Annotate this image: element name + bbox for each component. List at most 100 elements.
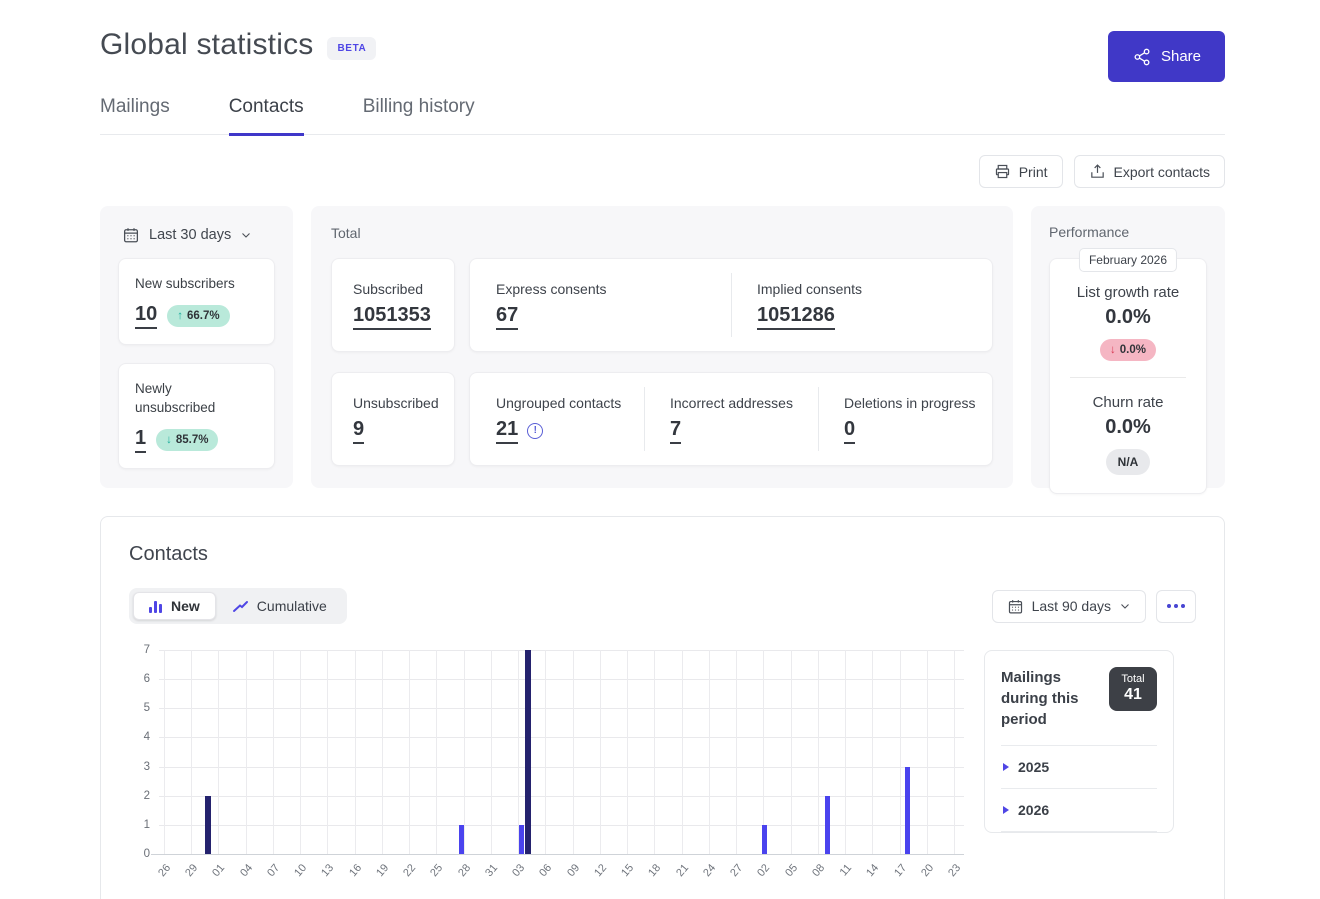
- arrow-down-icon: ↓: [1110, 344, 1116, 356]
- v-gridline: [818, 650, 819, 854]
- year-row-2025[interactable]: 2025: [1001, 746, 1157, 789]
- info-icon[interactable]: !: [527, 423, 543, 439]
- calendar-icon: [1007, 598, 1024, 615]
- x-tick-label: 08: [806, 862, 827, 884]
- x-tick-label: 10: [289, 862, 310, 884]
- x-tick-label: 04: [234, 862, 255, 884]
- performance-card: February 2026 List growth rate 0.0% ↓0.0…: [1049, 258, 1207, 494]
- v-gridline: [954, 650, 955, 854]
- y-tick-label: 0: [144, 848, 150, 860]
- v-gridline: [682, 650, 683, 854]
- chevron-down-icon: [240, 229, 252, 241]
- chart-bar[interactable]: [762, 825, 767, 854]
- triangle-right-icon: [1003, 763, 1009, 771]
- new-subscribers-value[interactable]: 10: [135, 303, 157, 329]
- period-panel: Last 30 days New subscribers 10 ↑66.7% N…: [100, 206, 293, 488]
- x-tick-label: 05: [779, 862, 800, 884]
- x-tick-label: 12: [588, 862, 609, 884]
- performance-month-tag: February 2026: [1079, 248, 1177, 272]
- chart-plot-area: 2629010407101316192225283103060912151821…: [159, 650, 964, 854]
- x-tick-label: 09: [561, 862, 582, 884]
- y-axis-labels: 01234567: [129, 650, 159, 854]
- y-tick-label: 2: [144, 790, 150, 802]
- chart-bar[interactable]: [519, 825, 524, 854]
- line-chart-icon: [232, 600, 249, 613]
- chart-controls: Last 90 days: [992, 590, 1196, 623]
- export-contacts-button[interactable]: Export contacts: [1074, 155, 1226, 188]
- newly-unsubscribed-card: Newly unsubscribed 1 ↓85.7%: [118, 363, 275, 469]
- deletions-value[interactable]: 0: [844, 418, 855, 444]
- year-row-2026[interactable]: 2026: [1001, 789, 1157, 832]
- x-tick-label: 06: [534, 862, 555, 884]
- x-tick-label: 03: [507, 862, 528, 884]
- chart-more-menu-button[interactable]: [1156, 590, 1196, 623]
- unsubscribed-value[interactable]: 9: [353, 418, 364, 444]
- chart-bar[interactable]: [525, 650, 531, 854]
- chart-period-dropdown[interactable]: Last 90 days: [992, 590, 1146, 623]
- chart-toolbar: New Cumulative: [129, 588, 1196, 624]
- churn-rate-value: 0.0%: [1058, 416, 1198, 439]
- x-tick-label: 22: [398, 862, 419, 884]
- view-toggle-cumulative[interactable]: Cumulative: [216, 592, 343, 620]
- print-button[interactable]: Print: [979, 155, 1063, 188]
- h-gridline: [151, 854, 964, 855]
- new-subscribers-delta-badge: ↑66.7%: [167, 305, 229, 327]
- x-tick-label: 02: [752, 862, 773, 884]
- x-tick-label: 13: [316, 862, 337, 884]
- export-icon: [1089, 163, 1106, 180]
- x-tick-label: 11: [833, 862, 854, 884]
- beta-badge: BETA: [327, 37, 376, 60]
- list-growth-delta-badge: ↓0.0%: [1100, 339, 1156, 361]
- tab-contacts[interactable]: Contacts: [229, 96, 304, 136]
- consents-card: Express consents 67 Implied consents 105…: [469, 258, 993, 352]
- x-tick-label: 16: [343, 862, 364, 884]
- v-gridline: [600, 650, 601, 854]
- x-tick-label: 18: [643, 862, 664, 884]
- share-button[interactable]: Share: [1108, 31, 1225, 82]
- v-gridline: [491, 650, 492, 854]
- v-gridline: [164, 650, 165, 854]
- more-dots-icon: [1166, 604, 1187, 608]
- period-dropdown[interactable]: Last 30 days: [122, 226, 252, 244]
- chart-bar[interactable]: [459, 825, 464, 854]
- newly-unsubscribed-value[interactable]: 1: [135, 427, 146, 453]
- incorrect-addresses-value[interactable]: 7: [670, 418, 681, 444]
- total-panel-label: Total: [331, 225, 993, 241]
- mailings-period-panel: Mailings during this period Total 41 202…: [984, 650, 1174, 833]
- chart-bar[interactable]: [205, 796, 211, 854]
- triangle-right-icon: [1003, 806, 1009, 814]
- tab-billing-history[interactable]: Billing history: [363, 96, 475, 134]
- actions-row: Print Export contacts: [100, 155, 1225, 188]
- h-gridline: [159, 796, 964, 797]
- x-tick-label: 24: [697, 862, 718, 884]
- express-consents-value[interactable]: 67: [496, 304, 518, 330]
- x-tick-label: 14: [861, 862, 882, 884]
- implied-consents-value[interactable]: 1051286: [757, 304, 835, 330]
- subscribed-card: Subscribed 1051353: [331, 258, 455, 352]
- chart-bar[interactable]: [905, 767, 910, 854]
- subscribed-value[interactable]: 1051353: [353, 304, 431, 330]
- v-gridline: [654, 650, 655, 854]
- churn-na-badge: N/A: [1106, 449, 1151, 475]
- x-tick-label: 23: [942, 862, 963, 884]
- chart-bar[interactable]: [825, 796, 830, 854]
- implied-consents: Implied consents 1051286: [731, 259, 992, 351]
- v-gridline: [709, 650, 710, 854]
- total-panel: Total Subscribed 1051353 Express consent…: [311, 206, 1013, 488]
- share-icon: [1132, 47, 1152, 67]
- x-tick-label: 07: [261, 862, 282, 884]
- y-tick-label: 6: [144, 673, 150, 685]
- tab-mailings[interactable]: Mailings: [100, 96, 170, 134]
- ungrouped-contacts-value[interactable]: 21: [496, 418, 518, 444]
- view-toggle-new[interactable]: New: [133, 592, 216, 620]
- newly-unsubscribed-label: Newly unsubscribed: [135, 379, 225, 418]
- v-gridline: [845, 650, 846, 854]
- x-tick-label: 19: [370, 862, 391, 884]
- v-gridline: [545, 650, 546, 854]
- x-tick-label: 26: [152, 862, 173, 884]
- page-header: Global statistics BETA Share: [100, 0, 1225, 62]
- v-gridline: [872, 650, 873, 854]
- express-consents: Express consents 67: [470, 259, 731, 351]
- y-tick-label: 4: [144, 731, 150, 743]
- v-gridline: [627, 650, 628, 854]
